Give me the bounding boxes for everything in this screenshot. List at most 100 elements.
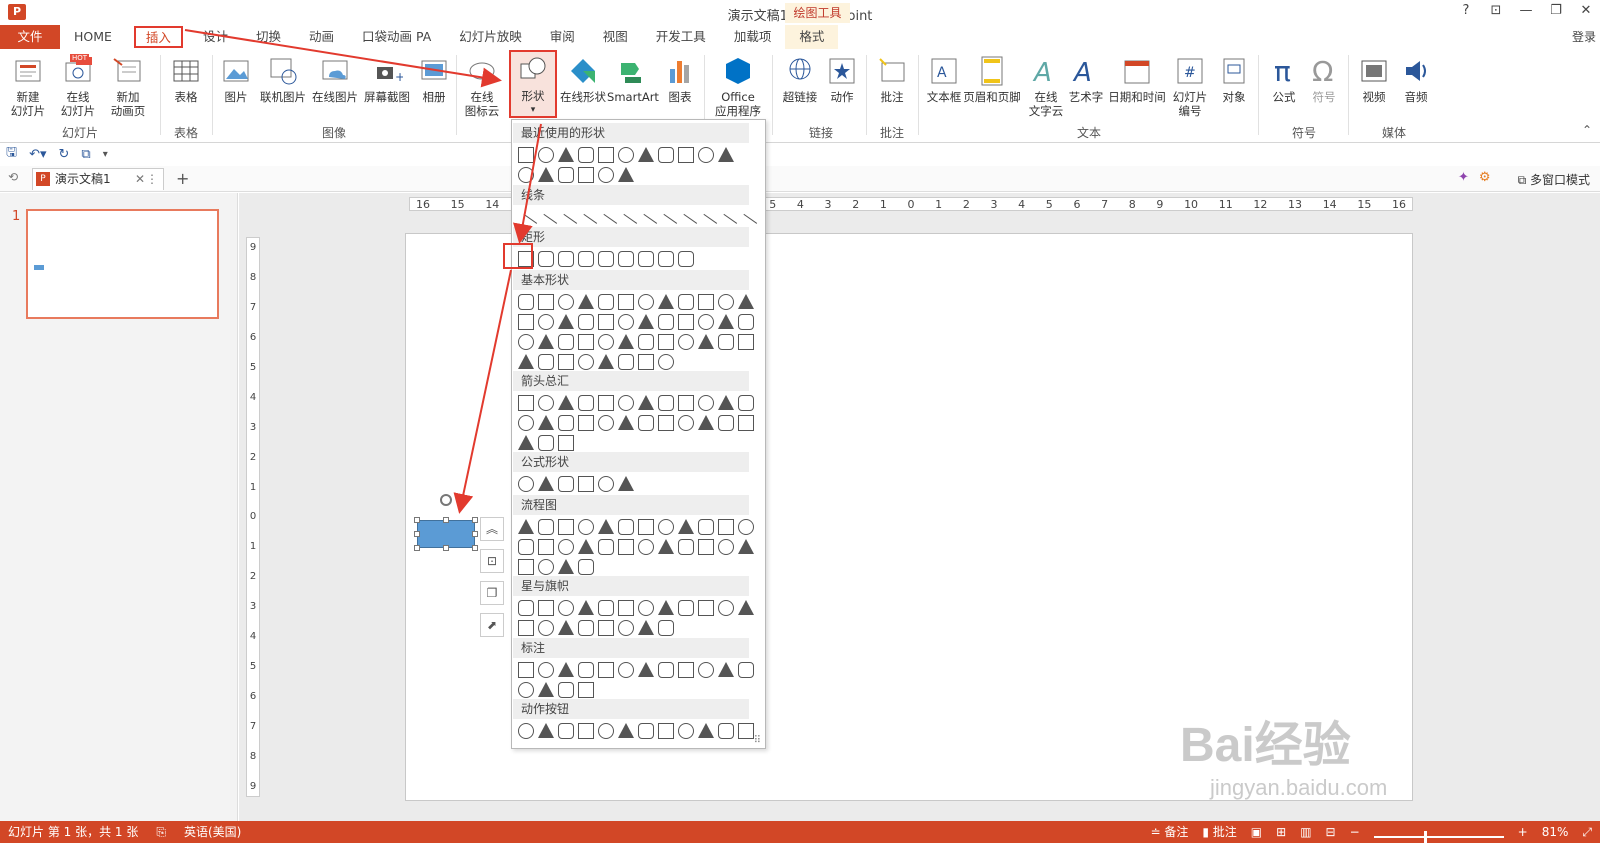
shape-option-icon[interactable] [538, 415, 554, 430]
resize-handle[interactable] [414, 545, 420, 551]
shape-option-icon[interactable] [618, 415, 634, 430]
shape-option-icon[interactable] [638, 415, 654, 431]
tab-slideshow[interactable]: 幻灯片放映 [445, 25, 536, 49]
shape-option-icon[interactable] [638, 251, 654, 267]
datetime-button[interactable]: 日期和时间 [1106, 53, 1168, 104]
shape-option-icon[interactable] [578, 415, 594, 431]
shape-option-icon[interactable] [618, 723, 634, 738]
shape-option-icon[interactable] [698, 415, 714, 430]
shape-option-icon[interactable] [558, 559, 574, 574]
shape-option-icon[interactable] [658, 620, 674, 636]
shape-option-icon[interactable] [578, 476, 594, 492]
shape-option-icon[interactable] [538, 167, 554, 182]
shape-option-icon[interactable] [558, 476, 574, 492]
shape-option-icon[interactable] [698, 314, 714, 330]
shape-option-icon[interactable] [738, 334, 754, 350]
comments-button[interactable]: ▮ 批注 [1202, 821, 1236, 843]
shape-option-icon[interactable] [538, 314, 554, 330]
shape-option-icon[interactable] [538, 251, 554, 267]
shape-option-icon[interactable] [558, 314, 574, 329]
shape-option-icon[interactable] [558, 294, 574, 310]
resize-grip-icon[interactable]: ⠿ [754, 735, 761, 746]
tab-menu-icon[interactable]: ⋮ [146, 169, 158, 189]
tab-insert[interactable]: 插入 [133, 26, 183, 48]
audio-button[interactable]: 音频 [1392, 53, 1440, 104]
shape-option-icon[interactable] [638, 662, 654, 677]
online-slide-button[interactable]: 在线 幻灯片 [54, 53, 102, 118]
shape-option-icon[interactable] [698, 723, 714, 738]
shape-option-icon[interactable] [538, 354, 554, 370]
rectangle-shape[interactable] [417, 520, 475, 548]
ribbon-display-button[interactable]: ⊡ [1488, 3, 1504, 18]
rotate-handle-icon[interactable] [440, 494, 452, 506]
shape-option-icon[interactable] [718, 147, 734, 162]
customize-qat-icon[interactable]: ▾ [103, 149, 108, 160]
shape-option-icon[interactable] [518, 662, 534, 678]
shape-option-icon[interactable] [538, 147, 554, 163]
shape-option-icon[interactable] [538, 662, 554, 678]
shape-option-icon[interactable] [638, 600, 654, 616]
shape-option-icon[interactable] [638, 354, 654, 370]
shape-option-icon[interactable] [598, 539, 614, 555]
shape-option-icon[interactable] [638, 539, 654, 555]
shape-option-icon[interactable] [558, 395, 574, 410]
shape-option-icon[interactable] [598, 395, 614, 411]
notes-button[interactable]: ≐ 备注 [1150, 821, 1188, 843]
shape-option-icon[interactable] [658, 600, 674, 615]
online-image-button[interactable]: 在线图片 [308, 53, 362, 104]
shape-option-icon[interactable] [618, 662, 634, 678]
magic-wand-icon[interactable]: ✦ [1458, 170, 1469, 185]
shape-option-icon[interactable] [658, 334, 674, 350]
shape-option-icon[interactable] [598, 251, 614, 267]
zoom-slider-knob[interactable] [1423, 831, 1427, 843]
shape-option-icon[interactable] [738, 294, 754, 309]
settings-gear-icon[interactable]: ⚙ [1479, 170, 1491, 185]
login-link[interactable]: 登录 [1572, 28, 1596, 45]
shape-option-icon[interactable] [678, 519, 694, 534]
reading-view-icon[interactable]: ▥ [1300, 821, 1311, 843]
shape-option-icon[interactable] [618, 294, 634, 310]
shape-option-icon[interactable] [518, 294, 534, 310]
shape-option-icon[interactable] [558, 334, 574, 350]
shape-option-icon[interactable] [538, 519, 554, 535]
shape-option-icon[interactable] [538, 476, 554, 491]
slide-thumbnail[interactable] [26, 209, 219, 319]
shape-option-icon[interactable] [598, 476, 614, 492]
shape-option-icon[interactable] [738, 600, 754, 615]
shape-option-icon[interactable] [558, 415, 574, 431]
shape-option-icon[interactable] [578, 294, 594, 309]
layout-options-icon[interactable]: ⊡ [480, 549, 504, 573]
shape-option-icon[interactable] [678, 723, 694, 739]
shape-option-icon[interactable] [558, 620, 574, 635]
shape-option-icon[interactable] [578, 559, 594, 575]
shape-option-icon[interactable] [638, 314, 654, 329]
hyperlink-button[interactable]: 超链接 [776, 53, 824, 104]
tab-review[interactable]: 审阅 [536, 25, 589, 49]
help-button[interactable]: ? [1458, 3, 1474, 18]
multi-window-mode-button[interactable]: ⧉ 多窗口模式 [1518, 171, 1590, 188]
shape-option-icon[interactable] [558, 662, 574, 677]
redo-icon[interactable]: ↻ [59, 147, 70, 162]
smartart-button[interactable]: SmartArt [606, 53, 660, 104]
resize-handle[interactable] [472, 545, 478, 551]
shape-option-icon[interactable] [658, 539, 674, 554]
textbox-button[interactable]: A 文本框 [920, 53, 968, 104]
shape-option-icon[interactable] [698, 334, 714, 349]
shape-option-icon[interactable] [558, 147, 574, 162]
shape-option-icon[interactable] [718, 723, 734, 739]
wordart-button[interactable]: A 艺术字 [1062, 53, 1110, 104]
slide-number-button[interactable]: # 幻灯片 编号 [1166, 53, 1214, 118]
shape-option-icon[interactable] [638, 723, 654, 739]
zoom-in-icon[interactable]: + [1518, 821, 1528, 843]
shape-option-icon[interactable] [598, 519, 614, 534]
resize-handle[interactable] [443, 517, 449, 523]
shape-option-icon[interactable] [558, 354, 574, 370]
tab-pocket-animation[interactable]: 口袋动画 PA [348, 25, 445, 49]
shape-option-icon[interactable] [538, 723, 554, 738]
shape-option-icon[interactable] [658, 723, 674, 739]
shape-option-icon[interactable] [538, 334, 554, 349]
shape-option-icon[interactable] [698, 539, 714, 555]
symbol-button[interactable]: Ω 符号 [1300, 53, 1348, 104]
new-tab-icon[interactable]: + [176, 169, 189, 188]
shape-option-icon[interactable] [698, 662, 714, 678]
